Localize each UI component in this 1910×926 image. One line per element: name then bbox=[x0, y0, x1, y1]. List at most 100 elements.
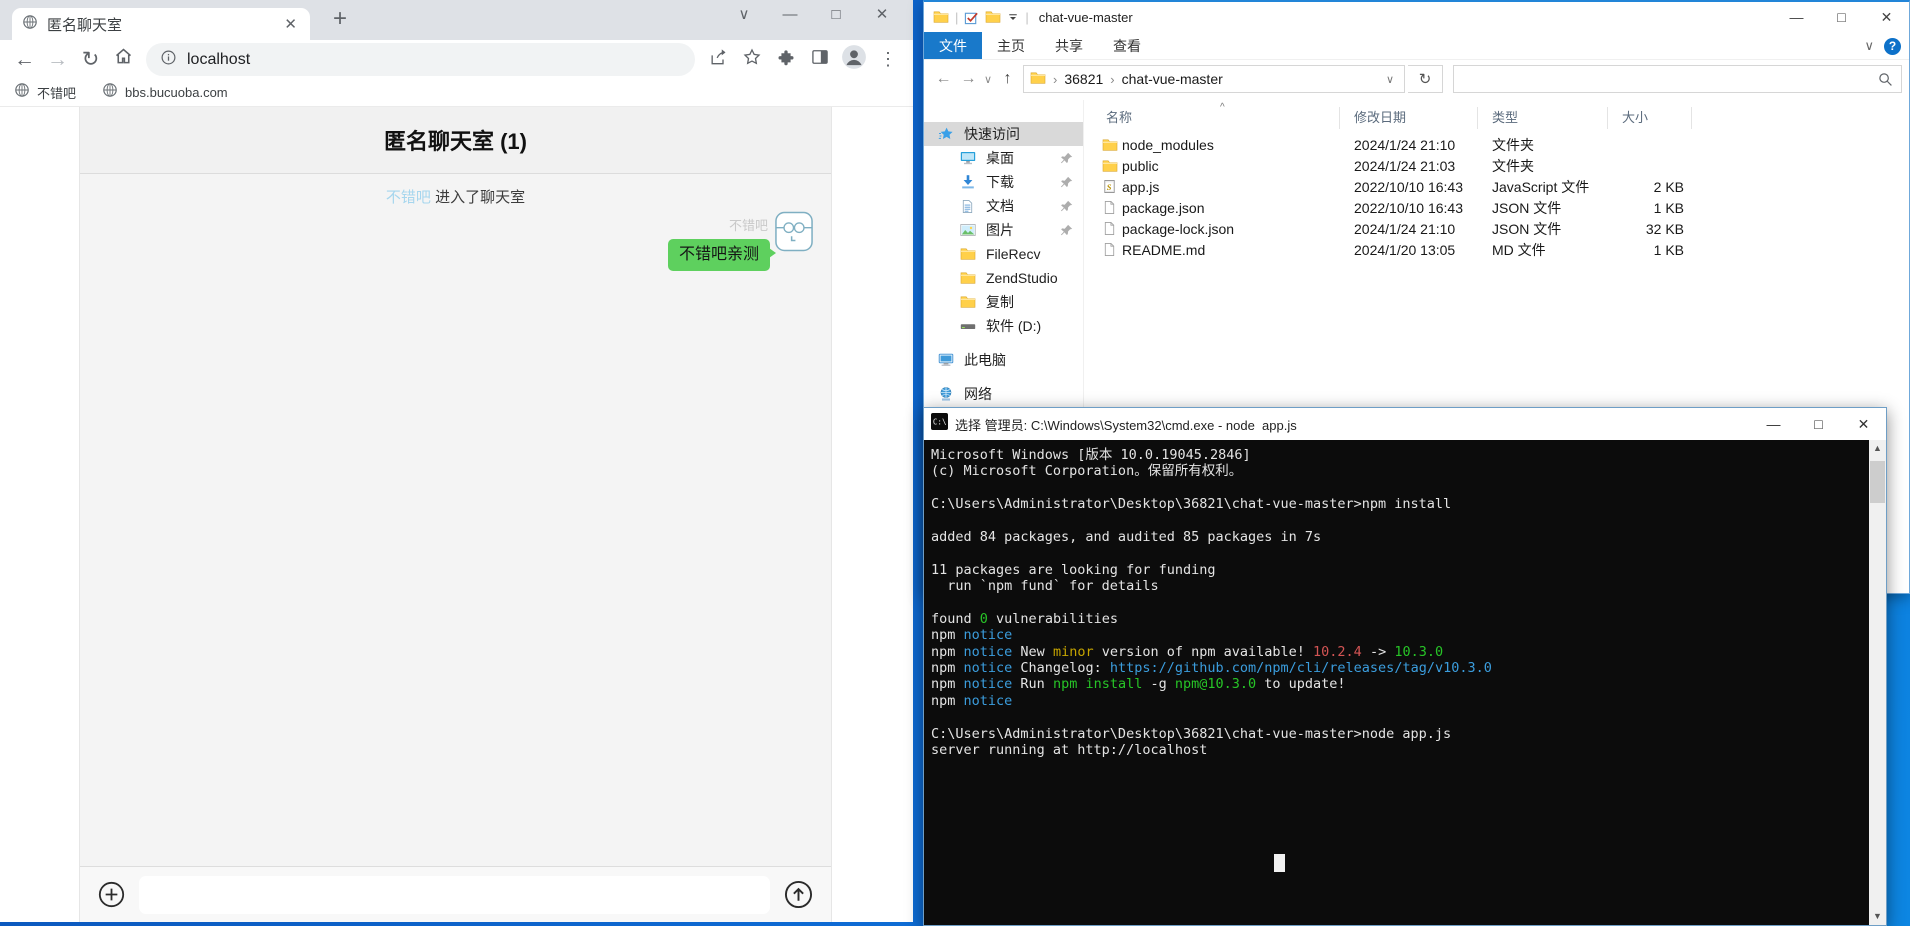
close-button[interactable]: ✕ bbox=[859, 2, 905, 28]
sidebar-item-desktop[interactable]: 桌面 bbox=[924, 146, 1083, 170]
scroll-up-icon[interactable]: ▲ bbox=[1869, 440, 1886, 457]
browser-tab[interactable]: 匿名聊天室 ✕ bbox=[12, 8, 310, 40]
sidebar-item-downloads[interactable]: 下载 bbox=[924, 170, 1083, 194]
file-name: app.js bbox=[1122, 179, 1340, 195]
chat-title: 匿名聊天室 (1) bbox=[384, 124, 527, 156]
system-message: 不错吧 进入了聊天室 bbox=[80, 186, 831, 207]
attach-plus-button[interactable] bbox=[98, 881, 125, 908]
explorer-search-box[interactable] bbox=[1453, 65, 1902, 93]
explorer-minimize-button[interactable]: — bbox=[1774, 3, 1819, 32]
share-button[interactable] bbox=[701, 43, 735, 77]
explorer-address-box[interactable]: ›36821›chat-vue-master ∨ bbox=[1023, 65, 1405, 93]
refresh-button[interactable]: ↻ bbox=[1408, 65, 1443, 93]
file-row[interactable]: node_modules 2024/1/24 21:10 文件夹 bbox=[1084, 134, 1909, 155]
sidebar-item-folder[interactable]: 复制 bbox=[924, 290, 1083, 314]
file-type: JavaScript 文件 bbox=[1478, 177, 1608, 197]
scrollbar-thumb[interactable] bbox=[1870, 461, 1885, 503]
browser-menu-button[interactable]: ⋮ bbox=[871, 43, 905, 77]
recent-locations-chevron-icon[interactable]: ∨ bbox=[981, 73, 995, 86]
properties-quick-icon[interactable] bbox=[964, 10, 979, 25]
ribbon-collapse-icon[interactable]: ∨ bbox=[1864, 38, 1874, 54]
help-button[interactable]: ? bbox=[1884, 38, 1901, 55]
new-tab-button[interactable]: + bbox=[326, 6, 354, 34]
sidebar-item-label: 网络 bbox=[964, 384, 992, 404]
scroll-down-icon[interactable]: ▼ bbox=[1869, 908, 1886, 925]
column-header-date[interactable]: 修改日期 bbox=[1340, 107, 1478, 129]
bookmark-star-button[interactable] bbox=[735, 43, 769, 77]
back-button[interactable]: ← bbox=[8, 43, 41, 76]
terminal-line bbox=[931, 545, 1869, 561]
message-sender-name: 不错吧 bbox=[729, 215, 768, 234]
sidebar-item-thispc[interactable]: 此电脑 bbox=[924, 348, 1083, 372]
file-row[interactable]: public 2024/1/24 21:03 文件夹 bbox=[1084, 155, 1909, 176]
sidebar-item-pictures[interactable]: 图片 bbox=[924, 218, 1083, 242]
chat-container: 匿名聊天室 (1) 不错吧 进入了聊天室 不错吧 不错吧亲测 bbox=[79, 107, 832, 922]
cmd-title-bar: C:\ 选择 管理员: C:\Windows\System32\cmd.exe … bbox=[924, 408, 1886, 440]
explorer-close-button[interactable]: ✕ bbox=[1864, 3, 1909, 32]
new-folder-quick-icon[interactable] bbox=[985, 9, 1001, 25]
bookmark-item[interactable]: bbs.bucuoba.com bbox=[102, 82, 228, 103]
customize-toolbar-icon[interactable] bbox=[1007, 11, 1019, 23]
home-button[interactable] bbox=[107, 43, 140, 76]
cmd-minimize-button[interactable]: — bbox=[1751, 409, 1796, 440]
site-info-icon[interactable] bbox=[160, 49, 177, 71]
reload-button[interactable]: ↻ bbox=[74, 43, 107, 76]
user-avatar-icon bbox=[775, 211, 813, 257]
explorer-maximize-button[interactable]: □ bbox=[1819, 3, 1864, 32]
ribbon-tab-0[interactable]: 文件 bbox=[924, 32, 982, 59]
maximize-button[interactable]: □ bbox=[813, 2, 859, 28]
chat-message-input[interactable] bbox=[139, 876, 770, 914]
side-panel-button[interactable] bbox=[803, 43, 837, 77]
chat-message-row: 不错吧 不错吧亲测 bbox=[80, 211, 831, 271]
file-date-modified: 2022/10/10 16:43 bbox=[1340, 200, 1478, 216]
ribbon-tab-1[interactable]: 主页 bbox=[982, 32, 1040, 59]
file-row[interactable]: package.json 2022/10/10 16:43 JSON 文件 1 … bbox=[1084, 197, 1909, 218]
share-icon bbox=[708, 47, 728, 72]
breadcrumb-item[interactable]: 36821 bbox=[1064, 71, 1103, 87]
forward-button[interactable]: → bbox=[41, 43, 74, 76]
column-header-size[interactable]: 大小 bbox=[1608, 107, 1692, 129]
profile-button[interactable] bbox=[837, 43, 871, 77]
ribbon-tab-3[interactable]: 查看 bbox=[1098, 32, 1156, 59]
file-date-modified: 2024/1/24 21:03 bbox=[1340, 158, 1478, 174]
sidebar-item-label: 软件 (D:) bbox=[986, 316, 1041, 336]
ribbon-tab-2[interactable]: 共享 bbox=[1040, 32, 1098, 59]
sidebar-item-folder[interactable]: FileRecv bbox=[924, 242, 1083, 266]
explorer-forward-button[interactable]: → bbox=[956, 70, 981, 88]
file-row[interactable]: package-lock.json 2024/1/24 21:10 JSON 文… bbox=[1084, 218, 1909, 239]
minimize-button[interactable]: — bbox=[767, 2, 813, 28]
file-date-modified: 2024/1/24 21:10 bbox=[1340, 221, 1478, 237]
terminal-line: Microsoft Windows [版本 10.0.19045.2846] bbox=[931, 447, 1869, 463]
chat-message-area: 不错吧 进入了聊天室 不错吧 不错吧亲测 bbox=[80, 174, 831, 866]
explorer-up-button[interactable]: ↑ bbox=[995, 70, 1020, 88]
extensions-button[interactable] bbox=[769, 43, 803, 77]
sidebar-item-folder[interactable]: ZendStudio bbox=[924, 266, 1083, 290]
address-dropdown-icon[interactable]: ∨ bbox=[1382, 73, 1398, 86]
column-header-type[interactable]: 类型 bbox=[1478, 107, 1608, 129]
ribbon-tabs: 文件主页共享查看 ∨ ? bbox=[924, 32, 1909, 60]
terminal-line: C:\Users\Administrator\Desktop\36821\cha… bbox=[931, 726, 1869, 742]
chat-input-bar bbox=[80, 866, 831, 922]
cmd-scrollbar[interactable]: ▲ ▼ bbox=[1869, 440, 1886, 925]
breadcrumb-item[interactable]: chat-vue-master bbox=[1122, 71, 1223, 87]
sidebar-item-documents[interactable]: 文档 bbox=[924, 194, 1083, 218]
send-button[interactable] bbox=[784, 880, 813, 909]
pin-icon bbox=[1060, 200, 1073, 213]
explorer-back-button[interactable]: ← bbox=[931, 70, 956, 88]
pin-icon bbox=[1060, 176, 1073, 189]
terminal-line bbox=[931, 709, 1869, 725]
address-bar[interactable]: localhost bbox=[146, 43, 695, 76]
sidebar-item-label: 此电脑 bbox=[964, 350, 1006, 370]
column-header-name[interactable]: ^ 名称 bbox=[1102, 107, 1340, 129]
cmd-close-button[interactable]: ✕ bbox=[1841, 409, 1886, 440]
tab-close-icon[interactable]: ✕ bbox=[281, 15, 300, 33]
bookmark-item[interactable]: 不错吧 bbox=[14, 82, 76, 103]
file-row[interactable]: README.md 2024/1/20 13:05 MD 文件 1 KB bbox=[1084, 239, 1909, 260]
sidebar-item-label: 图片 bbox=[986, 220, 1014, 240]
sidebar-item-network[interactable]: 网络 bbox=[924, 382, 1083, 406]
tab-search-chevron-icon[interactable]: ∨ bbox=[721, 2, 767, 28]
cmd-maximize-button[interactable]: □ bbox=[1796, 409, 1841, 440]
sidebar-item-drive[interactable]: 软件 (D:) bbox=[924, 314, 1083, 338]
file-row[interactable]: S app.js 2022/10/10 16:43 JavaScript 文件 … bbox=[1084, 176, 1909, 197]
sidebar-item-quickaccess[interactable]: 快速访问 bbox=[924, 122, 1083, 146]
